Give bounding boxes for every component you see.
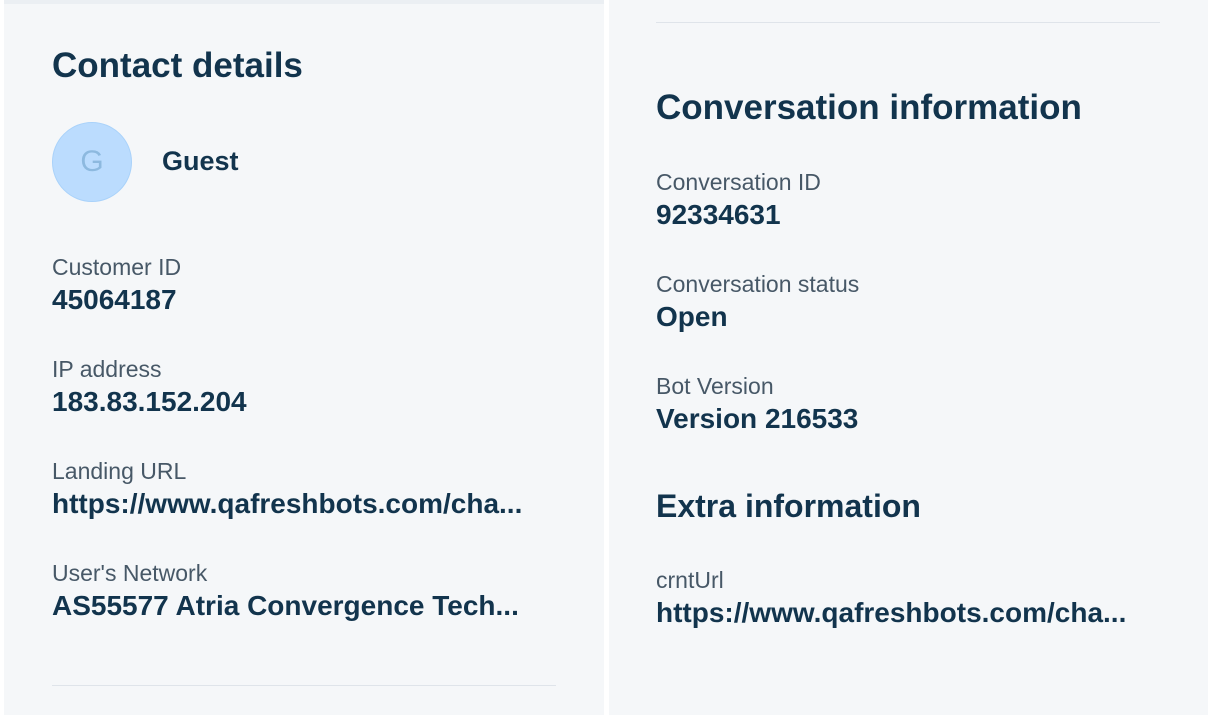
details-sidebar: Contact details G Guest Customer ID 4506…	[0, 0, 1208, 715]
crnt-url-field: crntUrl https://www.qafreshbots.com/cha.…	[656, 565, 1161, 631]
conversation-info-panel: Conversation information Conversation ID…	[609, 0, 1208, 715]
conversation-id-label: Conversation ID	[656, 169, 821, 195]
conversation-status-value: Open	[656, 301, 728, 332]
crnt-url-value[interactable]: https://www.qafreshbots.com/cha...	[656, 595, 1161, 631]
contact-details-panel: Contact details G Guest Customer ID 4506…	[4, 0, 604, 715]
contact-details-title: Contact details	[52, 46, 303, 85]
extra-info-title: Extra information	[656, 488, 921, 524]
user-network-label: User's Network	[52, 560, 208, 586]
user-network-field: User's Network AS55577 Atria Convergence…	[52, 558, 557, 624]
ip-address-field: IP address 183.83.152.204	[52, 354, 557, 420]
bot-version-label: Bot Version	[656, 373, 774, 399]
conversation-id-field: Conversation ID 92334631	[656, 167, 1161, 233]
conversation-status-field: Conversation status Open	[656, 269, 1161, 335]
landing-url-label: Landing URL	[52, 458, 187, 484]
ip-address-value: 183.83.152.204	[52, 386, 247, 417]
customer-id-value: 45064187	[52, 284, 177, 315]
landing-url-field: Landing URL https://www.qafreshbots.com/…	[52, 456, 557, 522]
customer-id-field: Customer ID 45064187	[52, 252, 557, 318]
customer-id-label: Customer ID	[52, 254, 182, 280]
landing-url-value[interactable]: https://www.qafreshbots.com/cha...	[52, 486, 557, 522]
bot-version-field: Bot Version Version 216533	[656, 371, 1161, 437]
crnt-url-label: crntUrl	[656, 567, 724, 593]
section-divider	[656, 22, 1160, 23]
bot-version-value: Version 216533	[656, 403, 859, 434]
avatar-initial: G	[80, 145, 104, 178]
avatar: G	[52, 122, 132, 202]
user-network-value: AS55577 Atria Convergence Tech...	[52, 590, 519, 621]
section-divider	[52, 685, 556, 686]
conversation-id-value: 92334631	[656, 199, 781, 230]
ip-address-label: IP address	[52, 356, 162, 382]
conversation-status-label: Conversation status	[656, 271, 860, 297]
conversation-info-title: Conversation information	[656, 88, 1082, 127]
contact-name: Guest	[162, 146, 239, 176]
